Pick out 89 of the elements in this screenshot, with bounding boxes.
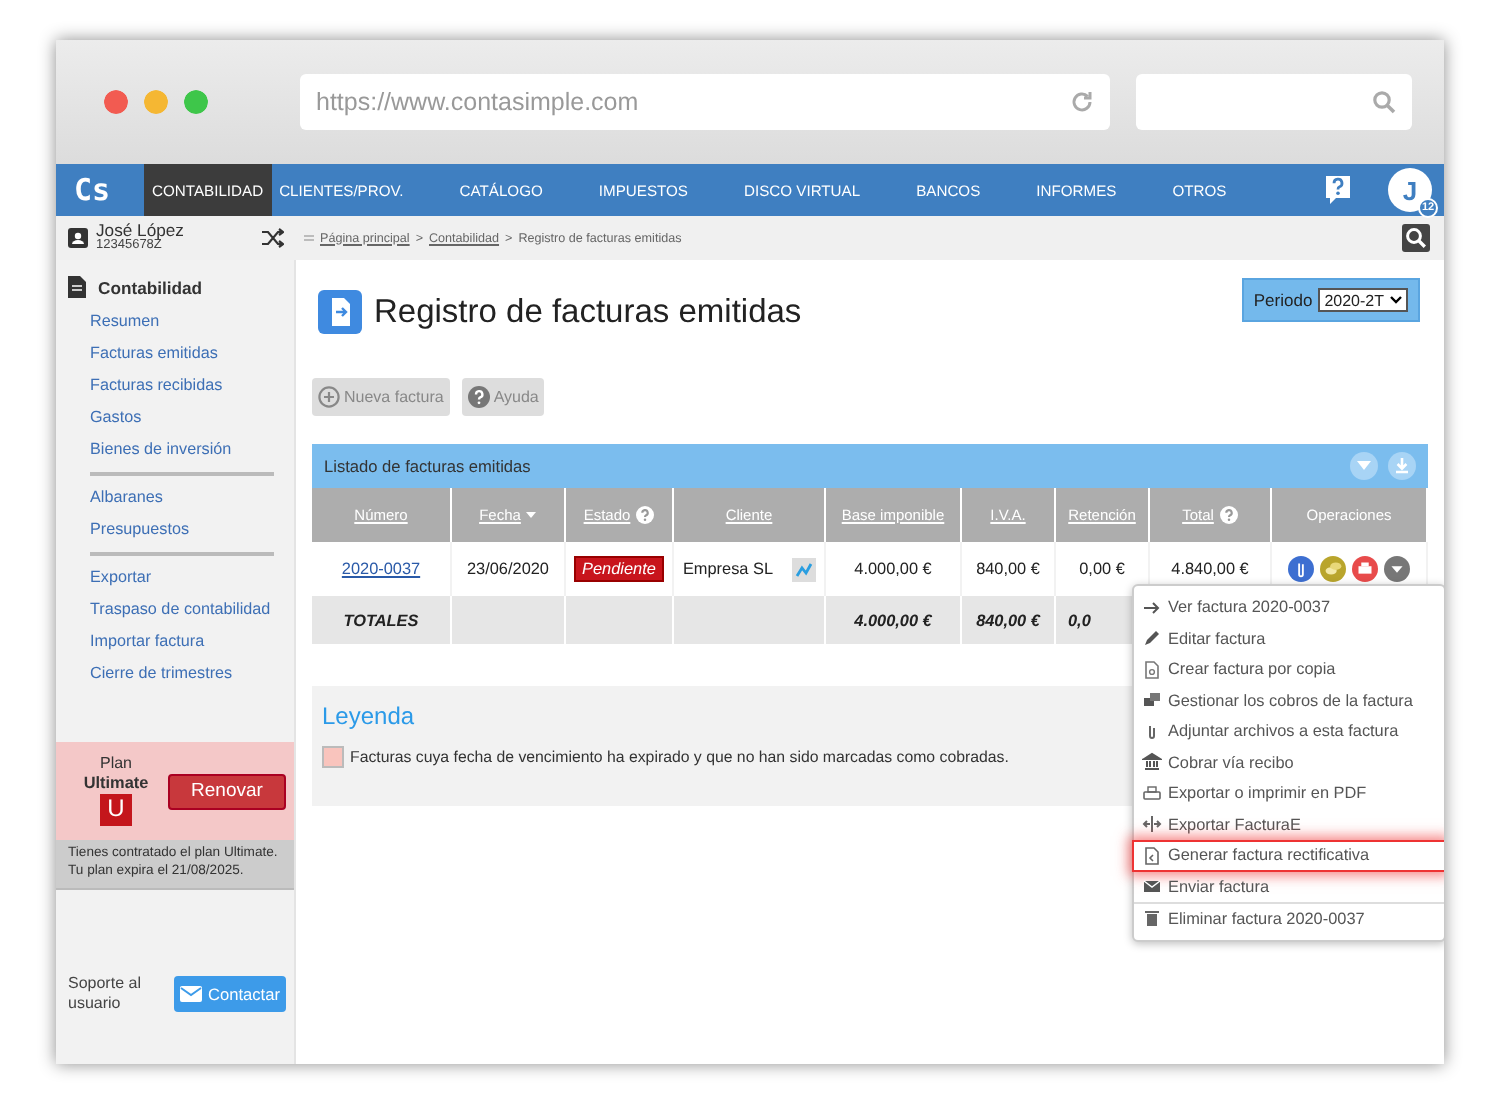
document-icon (1142, 845, 1162, 866)
plan-badge: U (100, 793, 132, 826)
menu-item[interactable]: Eliminar factura 2020-0037 (1134, 902, 1444, 933)
page-title: Registro de facturas emitidas (374, 293, 802, 331)
menu-item[interactable]: Generar factura rectificativa (1132, 840, 1444, 871)
menu-item[interactable]: Enviar factura (1134, 871, 1444, 902)
date-cell: 23/06/2020 (467, 560, 549, 578)
coins-button[interactable] (1320, 556, 1346, 582)
trash-icon (1142, 908, 1162, 929)
amount-cell: 0,00 € (1079, 560, 1125, 578)
menu-item[interactable]: Crear factura por copia (1134, 654, 1444, 685)
search-button[interactable] (1402, 224, 1430, 252)
renew-button[interactable]: Renovar (168, 773, 286, 809)
contact-card-icon (68, 228, 88, 248)
search-icon (1372, 90, 1396, 114)
sidebar-link[interactable]: Importar factura (90, 626, 294, 658)
address-bar[interactable]: https://www.contasimple.com (300, 74, 1110, 130)
printer-icon (1142, 783, 1162, 804)
table-title: Listado de facturas emitidas (324, 456, 531, 476)
status-badge: Pendiente (574, 556, 664, 582)
pencil-icon (1142, 628, 1162, 649)
document-icon (68, 276, 86, 298)
toolbar-button[interactable]: Nueva factura (312, 378, 450, 416)
print-button[interactable] (1352, 556, 1378, 582)
shuffle-icon[interactable] (262, 228, 284, 248)
menu-icon[interactable] (304, 234, 314, 242)
sidebar-link[interactable]: Traspaso de contabilidad (90, 594, 294, 626)
period-label: Periodo (1253, 290, 1313, 310)
amount-cell: 4.840,00 € (1171, 560, 1249, 578)
sidebar-link[interactable]: Cierre de trimestres (90, 658, 294, 690)
total-amount: 4.000,00 € (854, 611, 932, 629)
total-amount: 0,0 (1068, 611, 1091, 629)
sidebar-link[interactable]: Presupuestos (90, 514, 294, 546)
sort-caret-icon (526, 512, 537, 518)
url-text: https://www.contasimple.com (316, 88, 639, 116)
user-name: José López (96, 222, 186, 241)
envelope-icon (1142, 876, 1162, 897)
menu-item[interactable]: Cobrar vía recibo (1134, 747, 1444, 778)
toolbar-button[interactable]: Ayuda (461, 378, 545, 416)
period-select[interactable]: 2020-2T (1318, 288, 1408, 312)
sidebar-link[interactable]: Facturas emitidas (90, 338, 294, 370)
paperclip-button[interactable] (1288, 556, 1314, 582)
invoice-out-icon (318, 290, 362, 334)
sidebar-link[interactable]: Albaranes (90, 482, 294, 514)
menu-item[interactable]: Gestionar los cobros de la factura (1134, 685, 1444, 716)
coins-icon (1142, 690, 1162, 711)
amount-cell: 840,00 € (976, 560, 1040, 578)
close-window-icon[interactable] (104, 90, 128, 114)
support-label: Soporte al usuario (68, 973, 143, 1014)
plus-icon (318, 386, 340, 408)
help-icon (636, 506, 655, 524)
chart-icon[interactable] (791, 557, 816, 581)
browser-search-field[interactable] (1136, 74, 1412, 130)
document-icon (1142, 659, 1162, 680)
totals-label: TOTALES (343, 611, 419, 629)
maximize-window-icon[interactable] (184, 90, 208, 114)
sidebar-link[interactable]: Facturas recibidas (90, 370, 294, 402)
help-icon (467, 386, 490, 408)
menu-item[interactable]: Ver factura 2020-0037 (1134, 592, 1444, 623)
client-cell: Empresa SL (682, 560, 774, 578)
menu-item[interactable]: Editar factura (1134, 623, 1444, 654)
sidebar-link[interactable]: Gastos (90, 402, 294, 434)
download-icon[interactable] (1388, 452, 1416, 480)
sidebar-section-title: Contabilidad (98, 277, 203, 297)
app-logo[interactable]: Cs (56, 164, 128, 216)
reload-icon[interactable] (1070, 90, 1094, 114)
envelope-icon (180, 985, 203, 1002)
arrows-icon (1142, 814, 1162, 835)
minimize-window-icon[interactable] (144, 90, 168, 114)
sidebar-link[interactable]: Resumen (90, 306, 294, 338)
caret-icon (1390, 296, 1402, 304)
filter-icon[interactable] (1350, 452, 1378, 480)
plan-label: Plan (99, 756, 132, 774)
more-options-button[interactable] (1384, 556, 1410, 582)
invoice-number-link[interactable]: 2020-0037 (341, 560, 421, 578)
contact-button[interactable]: Contactar (174, 975, 286, 1012)
amount-cell: 4.000,00 € (854, 560, 932, 578)
total-amount: 840,00 € (976, 611, 1040, 629)
sidebar-link[interactable]: Bienes de inversión (90, 434, 294, 466)
legend-title: Leyenda (322, 702, 417, 730)
sidebar-link[interactable]: Exportar (90, 562, 294, 594)
arrow-icon (1142, 597, 1162, 618)
menu-item[interactable]: Exportar FacturaE (1134, 809, 1444, 840)
plan-name: Ultimate (83, 773, 149, 792)
menu-item[interactable]: Exportar o imprimir en PDF (1134, 778, 1444, 809)
help-icon[interactable] (1324, 174, 1352, 206)
help-icon (1219, 506, 1238, 524)
bank-icon (1142, 752, 1162, 773)
menu-item[interactable]: Adjuntar archivos a esta factura (1134, 716, 1444, 747)
